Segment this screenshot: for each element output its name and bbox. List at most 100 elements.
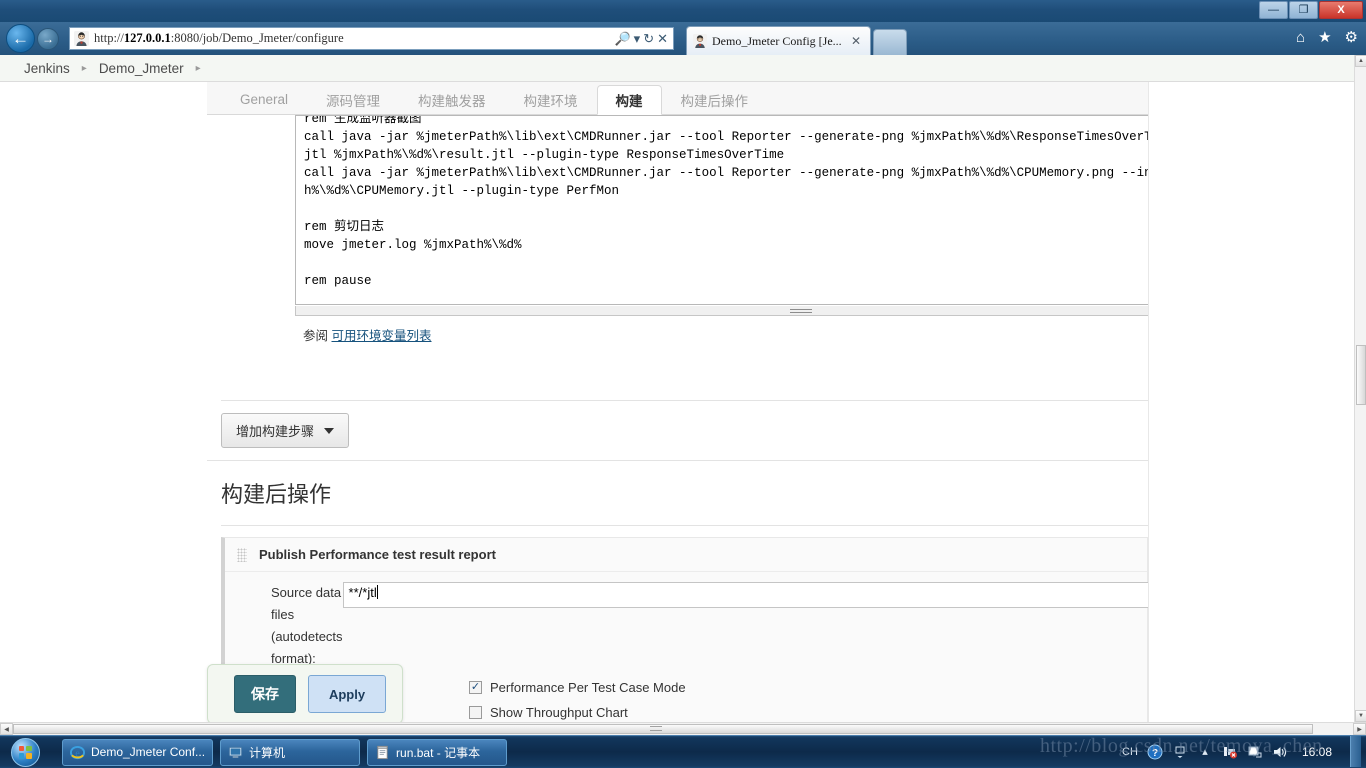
env-var-reference: 参阅 可用环境变量列表 xyxy=(303,325,432,344)
checkbox-show-throughput-chart[interactable] xyxy=(469,706,482,719)
window-controls: — ❐ X xyxy=(1258,1,1363,19)
source-data-files-input[interactable]: **/*jtl xyxy=(342,582,1165,608)
checkbox-row-per-test-case[interactable]: Performance Per Test Case Mode xyxy=(469,680,1133,695)
window-title-bar: — ❐ X xyxy=(0,0,1366,22)
page-hscrollbar-thumb[interactable] xyxy=(13,724,1313,734)
apply-button[interactable]: Apply xyxy=(308,675,386,713)
refresh-icon[interactable]: ↻ xyxy=(643,31,654,47)
add-build-step-label: 增加构建步骤 xyxy=(236,424,315,439)
chevron-down-icon[interactable]: ▾ xyxy=(634,31,641,47)
address-bar-url: http://127.0.0.1:8080/job/Demo_Jmeter/co… xyxy=(94,31,344,45)
publisher-header: Publish Performance test result report xyxy=(225,538,1147,572)
source-data-files-value: **/*jtl xyxy=(348,585,377,600)
env-var-list-link[interactable]: 可用环境变量列表 xyxy=(332,329,432,343)
help-icon[interactable]: ? xyxy=(1147,744,1163,760)
system-tray: CH ? ▴ 16:08 xyxy=(1122,735,1366,768)
volume-icon[interactable] xyxy=(1272,744,1288,760)
page-horizontal-scrollbar[interactable]: ◀ ▶ xyxy=(0,722,1366,735)
chevron-down-icon xyxy=(324,427,335,434)
divider xyxy=(221,400,1148,401)
save-button[interactable]: 保存 xyxy=(234,675,296,713)
favorites-icon[interactable]: ★ xyxy=(1318,30,1331,45)
checkbox-label-per-test-case: Performance Per Test Case Mode xyxy=(490,680,686,695)
drag-handle-icon[interactable] xyxy=(237,547,247,562)
maximize-button[interactable]: ❐ xyxy=(1289,1,1318,19)
minimize-button[interactable]: — xyxy=(1259,1,1288,19)
page-scrollbar-thumb[interactable] xyxy=(1356,345,1366,405)
tab-build[interactable]: 构建 xyxy=(596,85,662,115)
tab-build-environment[interactable]: 构建环境 xyxy=(505,84,597,114)
post-build-section-title: 构建后操作 xyxy=(221,482,332,507)
config-tab-bar: General 源码管理 构建触发器 构建环境 构建 构建后操作 xyxy=(207,82,1148,115)
page-scroll-left-icon[interactable]: ◀ xyxy=(0,723,13,735)
tab-post-build-actions[interactable]: 构建后操作 xyxy=(662,84,768,114)
breadcrumb-item-demo-jmeter[interactable]: Demo_Jmeter xyxy=(93,61,190,76)
breadcrumb-item-jenkins[interactable]: Jenkins xyxy=(18,61,76,76)
svg-text:e: e xyxy=(75,748,80,759)
browser-tab-strip: Demo_Jmeter Config [Je... ✕ xyxy=(686,26,1366,55)
page-scroll-right-icon[interactable]: ▶ xyxy=(1353,723,1366,735)
show-desktop-button[interactable] xyxy=(1350,736,1361,767)
svg-text:?: ? xyxy=(1152,748,1158,759)
checkbox-row-throughput-chart[interactable]: Show Throughput Chart xyxy=(469,705,1133,720)
new-tab-button[interactable] xyxy=(873,29,907,55)
address-bar[interactable]: http://127.0.0.1:8080/job/Demo_Jmeter/co… xyxy=(69,27,674,50)
page-body: General 源码管理 构建触发器 构建环境 构建 构建后操作 rem 生成监… xyxy=(0,82,1354,722)
left-gutter xyxy=(0,82,207,722)
breadcrumb-separator-icon: ▸ xyxy=(81,62,87,74)
network-icon[interactable] xyxy=(1222,744,1238,760)
breadcrumb: Jenkins ▸ Demo_Jmeter ▸ xyxy=(0,55,1354,82)
chevron-up-icon[interactable]: ▴ xyxy=(1197,744,1213,760)
hscrollbar-grip-icon xyxy=(650,726,662,731)
text-caret xyxy=(376,585,378,599)
taskbar-item-browser[interactable]: e Demo_Jmeter Conf... xyxy=(62,738,214,766)
gear-icon[interactable]: ⚙ xyxy=(1345,30,1358,45)
ime-indicator[interactable]: CH xyxy=(1122,744,1138,760)
home-icon[interactable]: ⌂ xyxy=(1296,30,1305,45)
breadcrumb-separator-icon-2: ▸ xyxy=(195,62,201,74)
source-data-files-row: Source data files (autodetects format): … xyxy=(225,572,1165,670)
command-text[interactable]: rem 生成监听器截图 call java -jar %jmeterPath%\… xyxy=(304,116,1279,290)
taskbar-item-notepad[interactable]: run.bat - 记事本 xyxy=(367,738,508,766)
page-vertical-scrollbar[interactable]: ▲ ▼ xyxy=(1354,55,1366,722)
clock[interactable]: 16:08 xyxy=(1297,745,1337,759)
add-build-step-button[interactable]: 增加构建步骤 xyxy=(221,413,350,448)
tab-source-management[interactable]: 源码管理 xyxy=(307,84,399,114)
address-bar-actions: 🔎 ▾ ↻ ✕ xyxy=(614,31,671,47)
tab-build-triggers[interactable]: 构建触发器 xyxy=(399,84,505,114)
ie-icon: e xyxy=(70,745,85,760)
checkbox-performance-per-test-case[interactable] xyxy=(469,681,482,694)
page-viewport: Jenkins ▸ Demo_Jmeter ▸ General 源码管理 构建触… xyxy=(0,55,1354,722)
forward-icon[interactable]: → xyxy=(37,27,59,50)
divider-2 xyxy=(207,460,1148,461)
tab-close-icon[interactable]: ✕ xyxy=(848,34,864,48)
config-panel: General 源码管理 构建触发器 构建环境 构建 构建后操作 rem 生成监… xyxy=(207,82,1336,722)
divider-3 xyxy=(221,525,1148,526)
tab-general[interactable]: General xyxy=(221,84,307,114)
close-button[interactable]: X xyxy=(1319,1,1363,19)
browser-tab[interactable]: Demo_Jmeter Config [Je... ✕ xyxy=(686,26,871,55)
computer-icon xyxy=(228,745,243,760)
windows-logo-icon xyxy=(10,737,40,767)
page-scroll-down-icon[interactable]: ▼ xyxy=(1355,710,1366,722)
tab-title: Demo_Jmeter Config [Je... xyxy=(712,33,842,48)
source-data-files-label: Source data files (autodetects format): xyxy=(271,585,343,666)
browser-toolbar-icons: ⌂ ★ ⚙ xyxy=(1296,30,1358,45)
tab-favicon-icon xyxy=(693,34,707,48)
site-favicon-icon xyxy=(74,31,89,46)
publisher-title: Publish Performance test result report xyxy=(259,547,496,562)
action-center-icon[interactable] xyxy=(1247,744,1263,760)
taskbar-item-computer[interactable]: 计算机 xyxy=(220,738,361,766)
taskbar-item-notepad-label: run.bat - 记事本 xyxy=(396,745,481,760)
floating-save-bar: 保存 Apply xyxy=(207,664,403,722)
back-icon[interactable]: ← xyxy=(6,24,35,53)
ref-prefix-label: 参阅 xyxy=(303,329,329,343)
stop-icon[interactable]: ✕ xyxy=(657,31,668,47)
checkbox-label-throughput-chart: Show Throughput Chart xyxy=(490,705,628,720)
page-scroll-up-icon[interactable]: ▲ xyxy=(1355,55,1366,67)
notepad-icon xyxy=(375,745,390,760)
tray-overflow-icon[interactable] xyxy=(1172,744,1188,760)
windows-taskbar: e Demo_Jmeter Conf... 计算机 run.bat - 记事本 xyxy=(0,735,1366,768)
start-button[interactable] xyxy=(2,737,48,768)
search-icon[interactable]: 🔎 xyxy=(614,31,630,47)
